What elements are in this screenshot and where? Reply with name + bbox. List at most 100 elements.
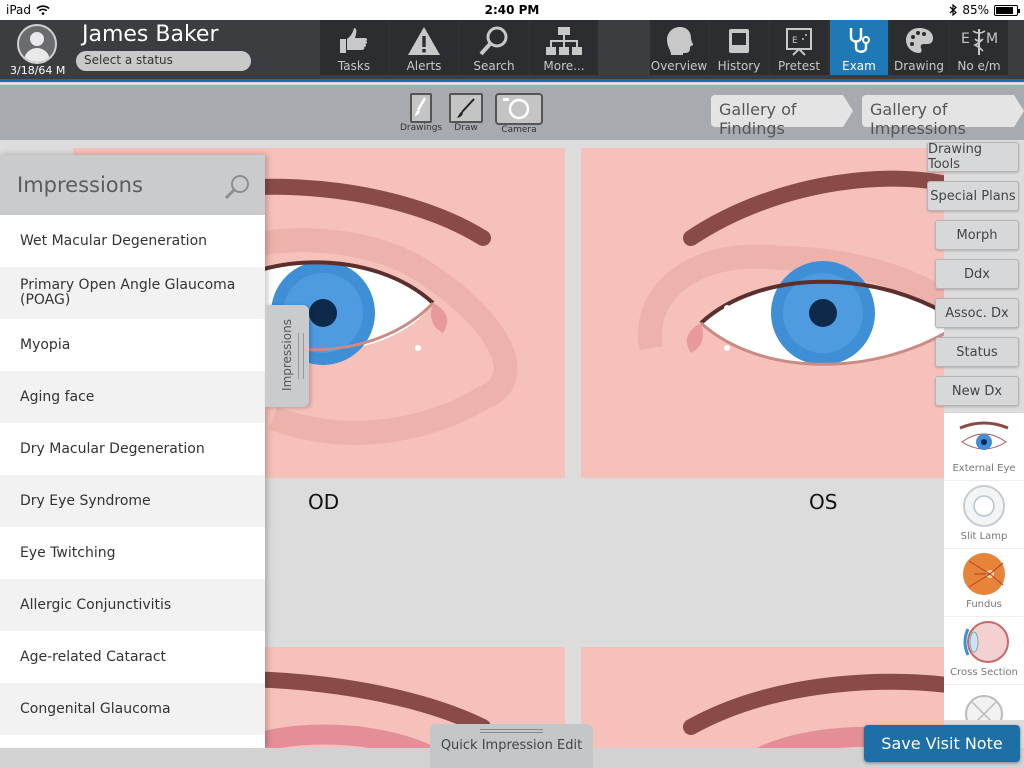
impression-item[interactable]: Wet Macular Degeneration bbox=[0, 215, 265, 267]
nav-history-label: History bbox=[717, 59, 761, 73]
draw-label: Draw bbox=[454, 123, 478, 133]
svg-text:M: M bbox=[986, 31, 998, 47]
nav-more-label: More... bbox=[543, 59, 585, 73]
thumb-fundus-label: Fundus bbox=[966, 599, 1002, 610]
camera-label: Camera bbox=[501, 125, 537, 135]
impression-item[interactable]: Primary Open Angle Glaucoma (POAG) bbox=[0, 267, 265, 319]
patient-avatar[interactable] bbox=[17, 24, 57, 64]
patient-name[interactable]: James Baker bbox=[82, 22, 219, 47]
eye-drawing-os[interactable] bbox=[581, 148, 944, 478]
brush-icon bbox=[415, 97, 427, 116]
nav-search[interactable]: Search bbox=[460, 20, 528, 75]
impression-item[interactable]: Dry Eye Syndrome bbox=[0, 475, 265, 527]
left-eye-illustration bbox=[637, 170, 944, 366]
drawing-thumbnails: External Eye Slit Lamp Fundus Cross Sect… bbox=[944, 413, 1024, 720]
od-label: OD bbox=[308, 490, 340, 514]
nav-tasks-label: Tasks bbox=[337, 59, 371, 73]
svg-text:E: E bbox=[792, 36, 798, 46]
gallery-of-findings-button[interactable]: Gallery of Findings bbox=[711, 95, 853, 138]
impressions-drawer-tab[interactable]: Impressions bbox=[265, 305, 309, 407]
new-dx-button[interactable]: New Dx bbox=[935, 376, 1019, 406]
drawings-tool[interactable]: Drawings bbox=[400, 93, 442, 133]
save-visit-note-button[interactable]: Save Visit Note bbox=[864, 725, 1020, 762]
head-icon bbox=[667, 27, 693, 55]
nav-alerts-label: Alerts bbox=[406, 59, 442, 73]
status-select[interactable]: Select a status bbox=[76, 51, 251, 71]
impressions-title: Impressions bbox=[17, 173, 143, 197]
impressions-list: Wet Macular Degeneration Primary Open Ang… bbox=[0, 215, 265, 735]
alert-icon bbox=[408, 27, 440, 55]
pretest-icon: E bbox=[786, 28, 812, 56]
thumb-slit-lamp[interactable]: Slit Lamp bbox=[944, 481, 1024, 549]
thumb-slit-lamp-label: Slit Lamp bbox=[960, 531, 1008, 542]
nav-em[interactable]: EM No e/m bbox=[950, 20, 1008, 75]
battery-percent: 85% bbox=[962, 3, 989, 17]
impressions-search-button[interactable] bbox=[223, 173, 251, 205]
os-label: OS bbox=[809, 490, 838, 514]
stethoscope-icon bbox=[849, 28, 870, 53]
svg-text:E: E bbox=[961, 31, 970, 47]
nav-drawing[interactable]: Drawing bbox=[890, 20, 948, 75]
nav-overview[interactable]: Overview bbox=[650, 20, 708, 75]
cross-section-icon bbox=[963, 621, 1009, 663]
impressions-drawer: Impressions Wet Macular Degeneration Prim… bbox=[0, 155, 265, 748]
morph-button[interactable]: Morph bbox=[935, 220, 1019, 250]
search-icon bbox=[479, 26, 508, 56]
impression-item[interactable]: Myopia bbox=[0, 319, 265, 371]
thumb-external-eye[interactable]: External Eye bbox=[944, 413, 1024, 481]
caduceus-icon: EM bbox=[961, 29, 998, 55]
search-icon bbox=[224, 175, 249, 200]
clock: 2:40 PM bbox=[484, 3, 540, 17]
impression-item[interactable]: Allergic Conjunctivitis bbox=[0, 579, 265, 631]
nav-drawing-label: Drawing bbox=[894, 59, 944, 73]
impression-item[interactable]: Aging face bbox=[0, 371, 265, 423]
nav-pretest[interactable]: E Pretest bbox=[770, 20, 828, 75]
impression-item[interactable]: Dry Macular Degeneration bbox=[0, 423, 265, 475]
nav-overview-label: Overview bbox=[650, 59, 708, 73]
assoc-dx-button[interactable]: Assoc. Dx bbox=[935, 298, 1019, 328]
camera-icon bbox=[503, 98, 530, 120]
fundus-icon bbox=[963, 553, 1005, 595]
history-icon bbox=[729, 29, 749, 53]
impressions-header: Impressions bbox=[0, 155, 265, 215]
battery-icon bbox=[994, 4, 1020, 16]
nav-history[interactable]: History bbox=[710, 20, 768, 75]
palette-icon bbox=[906, 28, 933, 53]
impression-item[interactable]: Age-related Cataract bbox=[0, 631, 265, 683]
bluetooth-icon bbox=[949, 4, 958, 16]
impression-item[interactable]: Eye Twitching bbox=[0, 527, 265, 579]
thumb-external-eye-label: External Eye bbox=[952, 463, 1016, 474]
hand-icon bbox=[340, 28, 368, 53]
drawing-tools-button[interactable]: Drawing Tools bbox=[927, 142, 1019, 172]
thumb-cross-section-label: Cross Section bbox=[950, 667, 1018, 678]
gallery-of-impressions-button[interactable]: Gallery of Impressions bbox=[862, 95, 1024, 138]
thumb-cross-section[interactable]: Cross Section bbox=[944, 617, 1024, 685]
draw-tool[interactable]: Draw bbox=[449, 93, 483, 133]
thumb-blank[interactable] bbox=[944, 685, 1024, 720]
drag-handle-icon bbox=[298, 333, 304, 379]
nav-more[interactable]: More... bbox=[530, 20, 598, 75]
camera-tool[interactable]: Camera bbox=[495, 93, 543, 135]
slit-lamp-icon bbox=[963, 485, 1005, 527]
nav-right-group: Overview History E Pretest Exam Drawing … bbox=[650, 20, 1008, 75]
thumb-fundus[interactable]: Fundus bbox=[944, 549, 1024, 617]
blank-grid-icon bbox=[965, 695, 1003, 720]
impression-item[interactable]: Congenital Glaucoma bbox=[0, 683, 265, 735]
external-eye-icon bbox=[959, 421, 1009, 450]
quick-impression-edit-label: Quick Impression Edit bbox=[440, 738, 583, 753]
nav-em-label: No e/m bbox=[957, 59, 1001, 73]
impressions-tab-label: Impressions bbox=[280, 319, 294, 391]
patient-dob: 3/18/64 M bbox=[10, 64, 66, 77]
quick-impression-edit-tab[interactable]: Quick Impression Edit bbox=[430, 724, 593, 768]
drag-handle-icon bbox=[480, 729, 543, 733]
status-button[interactable]: Status bbox=[935, 337, 1019, 367]
special-plans-button[interactable]: Special Plans bbox=[927, 181, 1019, 211]
nav-tasks[interactable]: Tasks bbox=[320, 20, 388, 75]
nav-alerts[interactable]: Alerts bbox=[390, 20, 458, 75]
nav-exam[interactable]: Exam bbox=[830, 20, 888, 75]
ddx-button[interactable]: Ddx bbox=[935, 259, 1019, 289]
nav-left-group: Tasks Alerts Search More... bbox=[320, 20, 598, 75]
nav-pretest-label: Pretest bbox=[777, 59, 821, 73]
nav-exam-label: Exam bbox=[842, 59, 876, 73]
app-header: 3/18/64 M James Baker Select a status Ta… bbox=[0, 20, 1024, 82]
